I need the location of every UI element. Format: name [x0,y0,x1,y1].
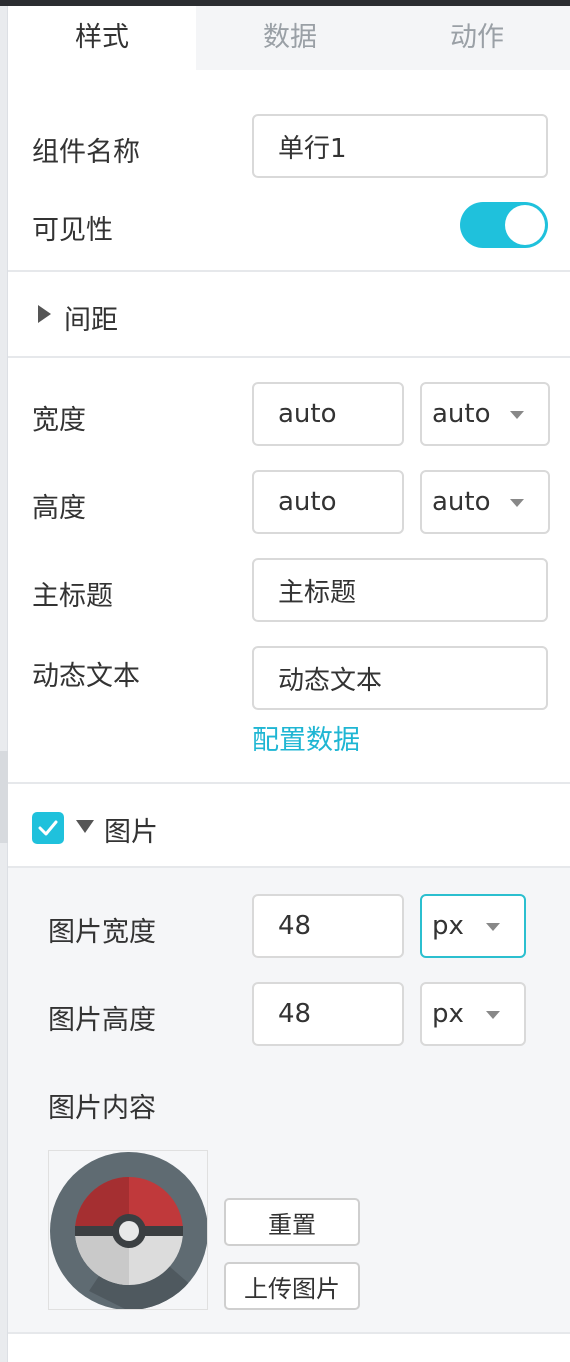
image-width-unit-value: px [432,911,464,941]
component-name-label: 组件名称 [32,137,140,168]
dropdown-caret-icon [510,499,524,507]
main-title-label: 主标题 [32,581,113,612]
height-unit-select[interactable]: auto [420,470,550,534]
toggle-knob [505,205,545,245]
height-input[interactable]: auto [252,470,404,534]
upload-image-button[interactable]: 上传图片 [224,1262,360,1310]
divider [8,356,570,358]
tab-data[interactable]: 数据 [196,6,384,70]
image-thumbnail [48,1150,208,1310]
image-width-input[interactable]: 48 [252,894,404,958]
collapse-down-icon [76,820,94,833]
height-label: 高度 [32,493,86,524]
image-width-unit-select[interactable]: px [420,894,526,958]
image-height-value: 48 [278,999,312,1029]
panel-left-notch [0,751,8,843]
dynamic-text-input[interactable]: 动态文本 [252,646,548,710]
visibility-label: 可见性 [32,215,113,246]
image-enable-checkbox[interactable] [32,812,64,844]
image-height-label: 图片高度 [48,1005,156,1036]
dropdown-caret-icon [486,923,500,931]
image-height-input[interactable]: 48 [252,982,404,1046]
main-title-input[interactable]: 主标题 [252,558,548,622]
divider [8,782,570,784]
image-width-value: 48 [278,911,312,941]
divider [8,1332,570,1334]
width-input[interactable]: auto [252,382,404,446]
height-value: auto [278,487,337,517]
main-title-value: 主标题 [278,577,357,608]
properties-panel: 样式 数据 动作 组件名称 单行1 可见性 间距 宽度 auto auto 高度… [8,6,570,1362]
panel-left-edge [0,6,8,1362]
dropdown-caret-icon [486,1011,500,1019]
image-height-unit-select[interactable]: px [420,982,526,1046]
tab-action[interactable]: 动作 [384,6,570,70]
width-unit-select[interactable]: auto [420,382,550,446]
dropdown-caret-icon [510,411,524,419]
component-name-input[interactable]: 单行1 [252,114,548,178]
expand-right-icon [38,305,51,323]
tab-bar: 样式 数据 动作 [8,6,570,70]
pokeball-icon [50,1152,207,1309]
image-height-unit-value: px [432,999,464,1029]
width-label: 宽度 [32,405,86,436]
image-content-label: 图片内容 [48,1093,156,1124]
reset-button[interactable]: 重置 [224,1198,360,1246]
component-name-value: 单行1 [278,133,347,164]
check-icon [38,820,58,836]
spacing-section-header[interactable]: 间距 [8,272,570,356]
height-unit-value: auto [432,487,491,517]
tab-style[interactable]: 样式 [8,6,196,70]
width-value: auto [278,399,337,429]
dynamic-text-value: 动态文本 [278,665,383,696]
width-unit-value: auto [432,399,491,429]
visibility-toggle[interactable] [460,202,548,248]
image-section-label: 图片 [104,817,158,848]
dynamic-text-label: 动态文本 [32,661,140,692]
image-width-label: 图片宽度 [48,917,156,948]
image-section-header[interactable]: 图片 [70,798,270,854]
spacing-label: 间距 [64,305,118,336]
configure-data-link[interactable]: 配置数据 [252,718,360,757]
